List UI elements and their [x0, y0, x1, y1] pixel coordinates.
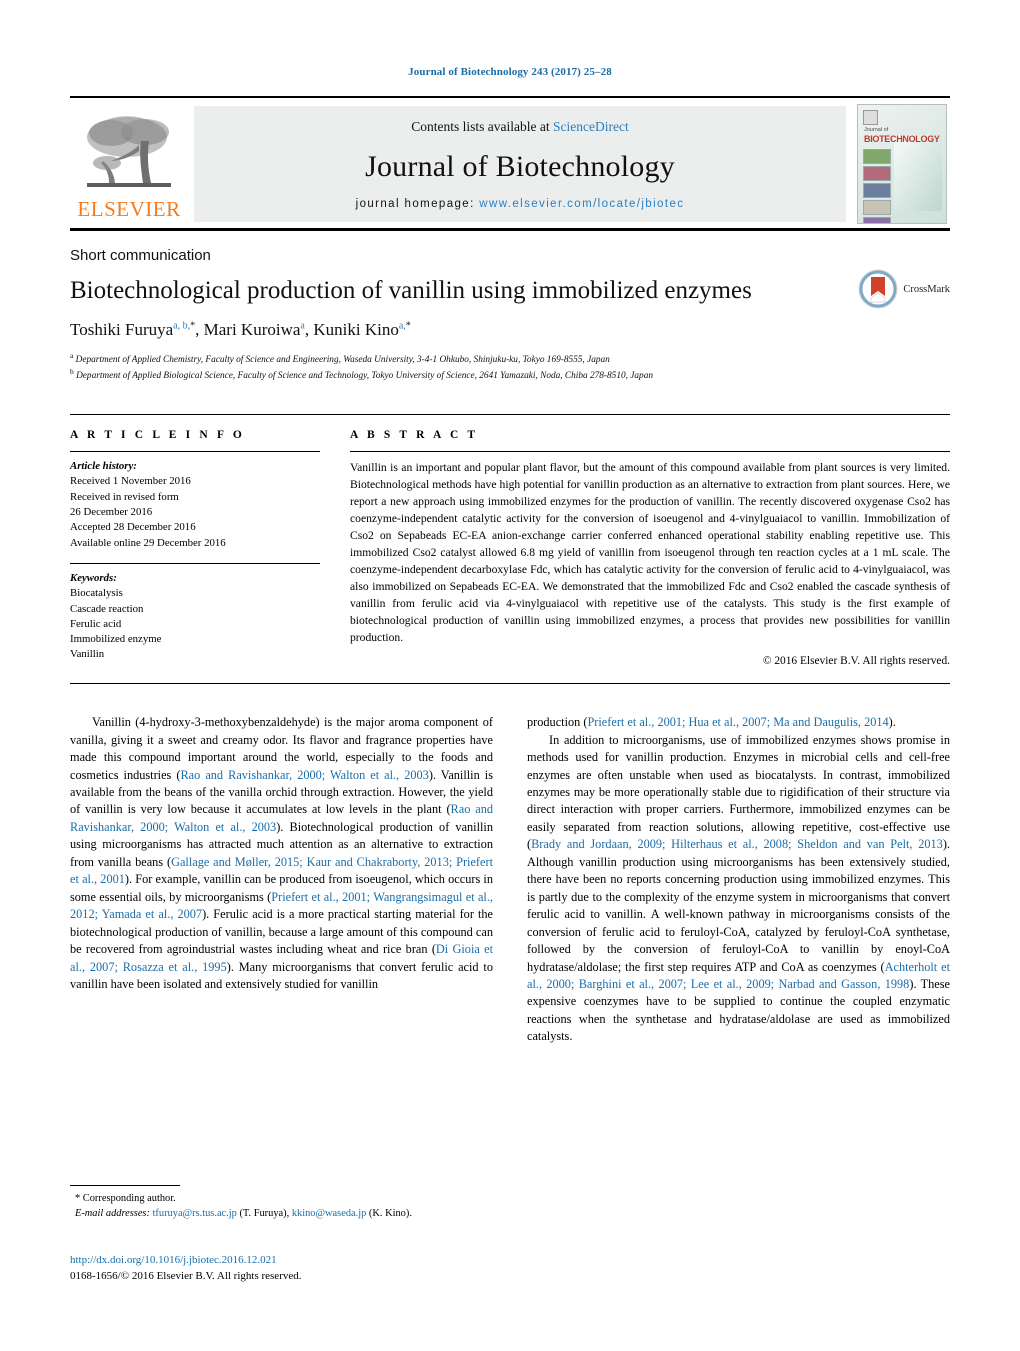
article-history-item: Received 1 November 2016 — [70, 475, 191, 488]
article-history-item: Received in revised form — [70, 490, 179, 503]
citation-link[interactable]: Priefert et al., 2001; Wangrangsimagul e… — [70, 890, 493, 921]
abstract-copyright: © 2016 Elsevier B.V. All rights reserved… — [762, 655, 950, 668]
cover-footer-text — [939, 214, 940, 219]
homepage-url-link[interactable]: www.elsevier.com/locate/jbiotec — [479, 198, 684, 210]
keyword-item: Cascade reaction — [70, 602, 144, 615]
cover-swatch-strip — [863, 149, 891, 223]
body-paragraph: Vanillin (4-hydroxy-3-methoxybenzaldehyd… — [70, 715, 493, 992]
article-info-heading: A R T I C L E I N F O — [70, 428, 245, 441]
keyword-item: Vanillin — [70, 648, 105, 661]
journal-cover-thumbnail: Journal of BIOTECHNOLOGY — [854, 104, 950, 224]
crossmark-badge[interactable]: CrossMark — [858, 269, 950, 309]
citation-link[interactable]: Achterholt et al., 2000; Barghini et al.… — [527, 960, 950, 991]
cover-artwork-icon — [894, 135, 942, 211]
email-label: E-mail addresses: — [75, 1207, 150, 1219]
citation-link[interactable]: Rao and Ravishankar, 2000; Walton et al.… — [180, 768, 428, 782]
article-info-column: A R T I C L E I N F O Article history: R… — [70, 429, 350, 667]
corresponding-author-note: * Corresponding author. — [75, 1193, 176, 1204]
footnote-divider — [70, 1185, 180, 1186]
elsevier-logo: ELSEVIER — [70, 104, 188, 224]
affiliation-list: a Department of Applied Chemistry, Facul… — [70, 351, 950, 384]
issn-copyright-line: 0168-1656/© 2016 Elsevier B.V. All right… — [70, 1269, 302, 1282]
doi-block: http://dx.doi.org/10.1016/j.jbiotec.2016… — [70, 1253, 302, 1285]
email-addresses-note: E-mail addresses: tfuruya@rs.tus.ac.jp (… — [70, 1207, 490, 1222]
article-type: Short communication — [70, 247, 211, 264]
article-history-label: Article history: — [70, 459, 137, 472]
contents-prefix: Contents lists available at — [411, 119, 553, 134]
keywords-items: Biocatalysis Cascade reaction Ferulic acid… — [70, 586, 320, 663]
citation-link[interactable]: Rao and Ravishankar, 2000; Walton et al.… — [70, 802, 493, 833]
email-link-2[interactable]: kkino@waseda.jp — [292, 1208, 367, 1219]
abstract-heading: A B S T R A C T — [350, 428, 479, 441]
article-history-item: 26 December 2016 — [70, 505, 153, 518]
keyword-item: Immobilized enzyme — [70, 633, 162, 646]
body-column-right: production (Priefert et al., 2001; Hua e… — [527, 714, 950, 1046]
crossmark-label: CrossMark — [903, 283, 950, 295]
citation-link[interactable]: Priefert et al., 2001; Hua et al., 2007;… — [587, 715, 888, 729]
cover-publisher-logo-icon — [863, 110, 878, 125]
abstract-divider — [350, 450, 950, 452]
keyword-item: Biocatalysis — [70, 587, 123, 600]
article-header: Short communication Biotechnological pro… — [70, 247, 950, 384]
body-columns: Vanillin (4-hydroxy-3-methoxybenzaldehyd… — [70, 714, 950, 1046]
email-owner-1: (T. Furuya), — [239, 1207, 290, 1219]
citation-link[interactable]: Di Gioia et al., 2007; Rosazza et al., 1… — [70, 942, 493, 973]
citation-link[interactable]: Gallage and Møller, 2015; Kaur and Chakr… — [70, 855, 493, 886]
contents-available-line: Contents lists available at ScienceDirec… — [411, 119, 628, 135]
cover-line2: BIOTECHNOLOGY — [864, 134, 940, 144]
abstract-text: Vanillin is an important and popular pla… — [350, 460, 950, 645]
body-column-left: Vanillin (4-hydroxy-3-methoxybenzaldehyd… — [70, 714, 493, 1046]
article-history-items: Received 1 November 2016 Received in revi… — [70, 474, 320, 551]
email-link-1[interactable]: tfuruya@rs.tus.ac.jp — [153, 1208, 237, 1219]
body-paragraph: production (Priefert et al., 2001; Hua e… — [527, 715, 896, 730]
article-history-item: Available online 29 December 2016 — [70, 536, 226, 549]
cover-line1: Journal of — [864, 127, 889, 133]
info-abstract-band: A R T I C L E I N F O Article history: R… — [70, 413, 950, 685]
footnote-block: * Corresponding author. E-mail addresses… — [70, 1185, 490, 1221]
keywords-label: Keywords: — [70, 571, 117, 584]
journal-band: Contents lists available at ScienceDirec… — [194, 106, 846, 222]
journal-title: Journal of Biotechnology — [365, 149, 675, 183]
email-owner-2: (K. Kino). — [368, 1207, 412, 1219]
homepage-prefix: journal homepage: — [355, 198, 480, 210]
article-history-item: Accepted 28 December 2016 — [70, 521, 196, 534]
running-head: Journal of Biotechnology 243 (2017) 25–2… — [408, 66, 612, 78]
abstract-column: A B S T R A C T Vanillin is an important… — [350, 429, 950, 667]
journal-masthead: ELSEVIER Contents lists available at Sci… — [70, 96, 950, 231]
affiliation-line: a Department of Applied Chemistry, Facul… — [70, 350, 610, 365]
author-list: Toshiki Furuyaa, b,*, Mari Kuroiwaa, Kun… — [70, 319, 411, 339]
elsevier-wordmark: ELSEVIER — [77, 197, 181, 221]
crossmark-icon — [858, 269, 898, 309]
body-paragraph: In addition to microorganisms, use of im… — [527, 732, 950, 1044]
affiliation-line: b Department of Applied Biological Scien… — [70, 367, 653, 382]
keyword-item: Ferulic acid — [70, 617, 122, 630]
doi-link[interactable]: http://dx.doi.org/10.1016/j.jbiotec.2016… — [70, 1253, 302, 1269]
elsevier-tree-icon — [87, 116, 171, 187]
info-divider-mid — [70, 562, 320, 564]
journal-homepage-line: journal homepage: www.elsevier.com/locat… — [356, 198, 685, 210]
sciencedirect-link[interactable]: ScienceDirect — [553, 119, 629, 134]
article-history-block: Article history: Received 1 November 201… — [70, 459, 320, 551]
paper-page: Journal of Biotechnology 243 (2017) 25–2… — [0, 0, 1020, 1351]
keywords-block: Keywords: Biocatalysis Cascade reaction Fe… — [70, 571, 320, 663]
citation-link[interactable]: Brady and Jordaan, 2009; Hilterhaus et a… — [531, 837, 943, 851]
page-title: Biotechnological production of vanillin … — [70, 277, 752, 304]
info-divider-top — [70, 450, 320, 452]
